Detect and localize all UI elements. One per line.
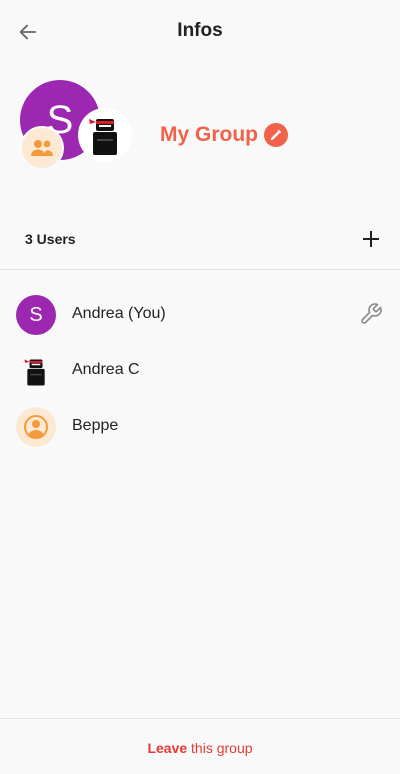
avatar-letter: S — [29, 303, 43, 326]
pencil-icon — [270, 129, 282, 141]
avatar — [16, 407, 56, 447]
page-title: Infos — [177, 20, 223, 41]
admin-settings-button[interactable] — [358, 301, 384, 327]
edit-group-name-button[interactable] — [264, 123, 288, 147]
divider — [0, 718, 400, 719]
user-row[interactable]: Beppe — [0, 403, 400, 451]
users-header: 3 Users — [0, 220, 400, 260]
user-name: Beppe — [72, 417, 119, 434]
group-name: My Group — [160, 123, 258, 146]
user-row[interactable]: S Andrea (You) — [0, 291, 400, 339]
user-row[interactable]: Andrea C — [0, 347, 400, 395]
user-name: Andrea C — [72, 361, 140, 378]
group-badge — [20, 126, 64, 170]
group-info: S My Group — [0, 70, 400, 200]
leave-label-rest: this group — [187, 740, 253, 756]
plus-icon — [363, 231, 379, 247]
leave-label: Leave — [147, 740, 188, 756]
avatar — [16, 351, 56, 391]
user-name: Andrea (You) — [72, 305, 166, 322]
users-count: 3 Users — [25, 231, 76, 247]
member-avatar — [78, 108, 132, 162]
avatar: S — [16, 295, 56, 335]
group-name-row: My Group — [160, 123, 288, 147]
app-header: Infos — [0, 0, 400, 64]
add-user-button[interactable] — [358, 226, 384, 252]
leave-group-button[interactable]: Leave this group — [0, 740, 400, 756]
wrench-icon — [361, 303, 382, 324]
ninja-icon — [89, 119, 117, 155]
divider — [0, 269, 400, 270]
ninja-icon — [24, 359, 45, 386]
people-icon — [31, 140, 53, 156]
person-icon — [24, 415, 48, 439]
